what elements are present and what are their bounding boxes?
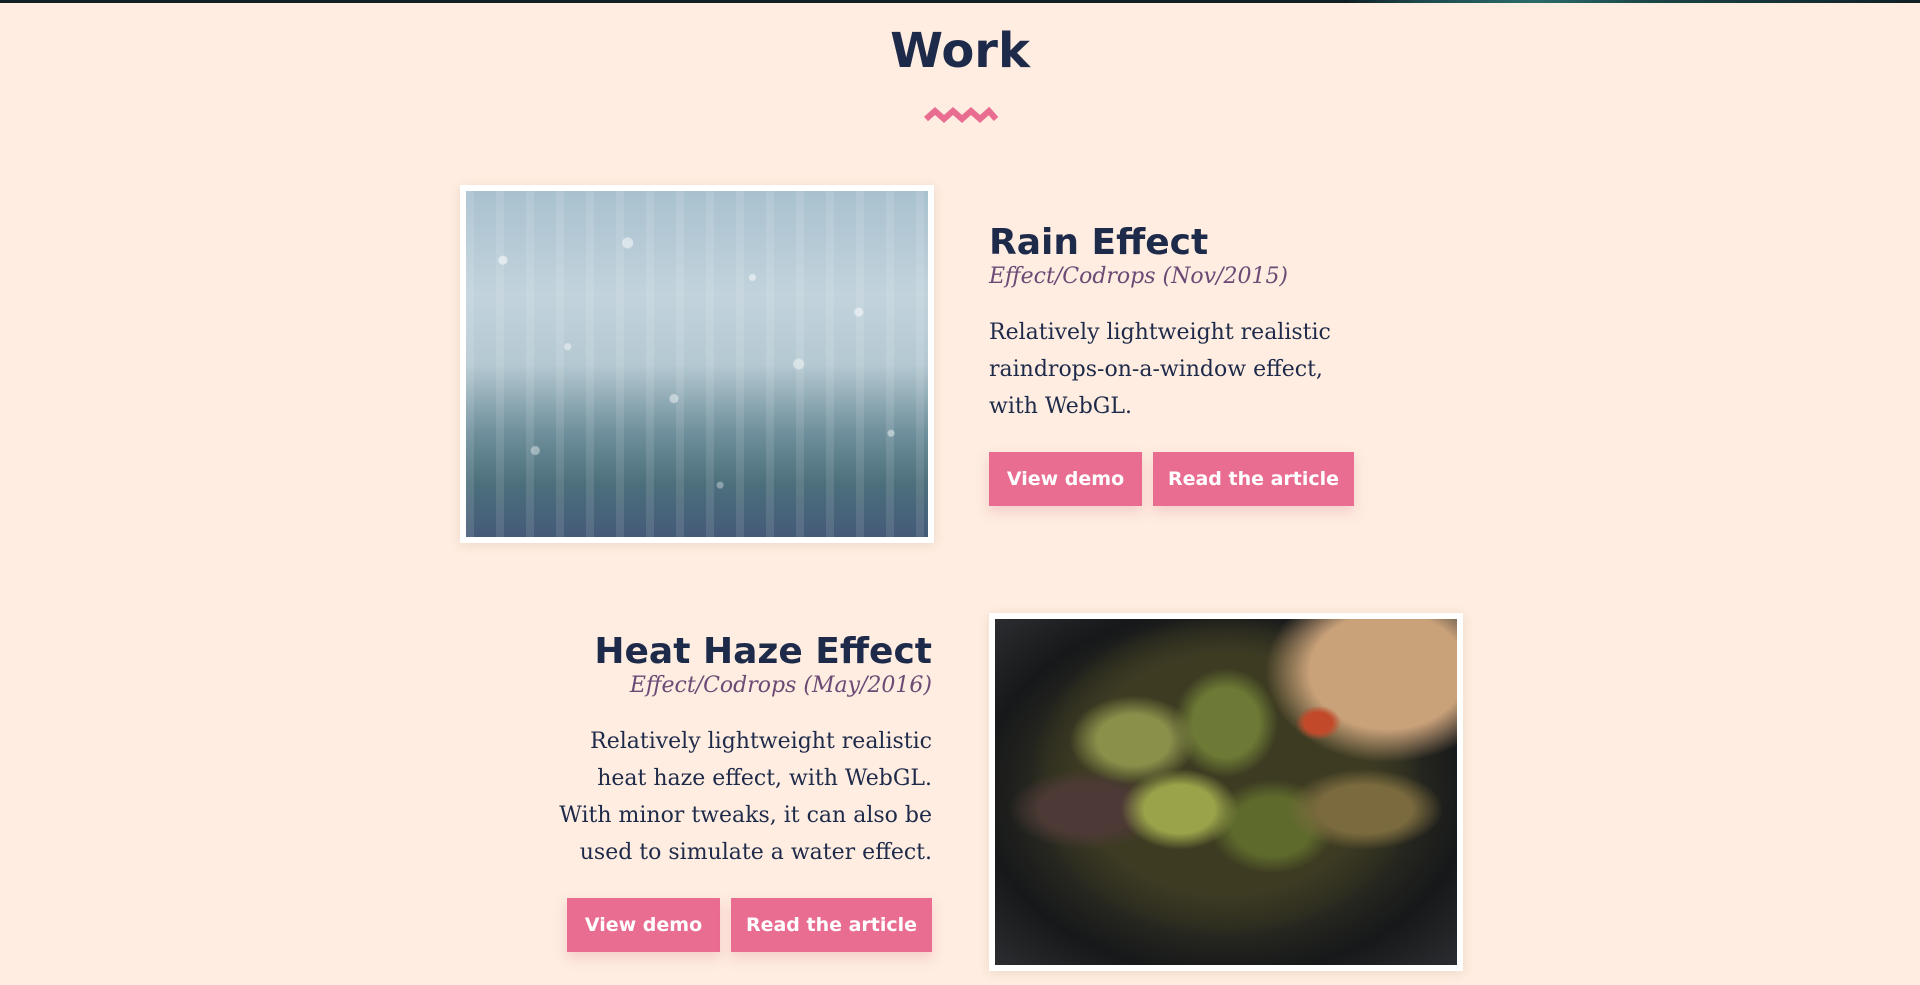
- heat-haze-effect-meta: Effect/Codrops (May/2016): [629, 673, 932, 698]
- heat-haze-view-demo-button[interactable]: View demo: [567, 898, 720, 952]
- rain-effect-title: Rain Effect: [989, 222, 1209, 263]
- heat-haze-image-frame[interactable]: [989, 613, 1463, 971]
- zigzag-divider-icon: [924, 106, 998, 124]
- rain-effect-read-article-button[interactable]: Read the article: [1153, 452, 1354, 506]
- rain-window-photo: [466, 191, 928, 537]
- heat-haze-effect-description: Relatively lightweight realistic heat ha…: [559, 729, 932, 865]
- heat-haze-effect-title: Heat Haze Effect: [594, 631, 932, 672]
- rain-effect-view-demo-button[interactable]: View demo: [989, 452, 1142, 506]
- section-title: Work: [890, 23, 1030, 79]
- rain-effect-description: Relatively lightweight realistic raindro…: [989, 320, 1331, 419]
- rain-effect-image-frame[interactable]: [460, 185, 934, 543]
- top-border: [0, 0, 1920, 3]
- artichoke-pan-photo: [995, 619, 1457, 965]
- rain-effect-meta: Effect/Codrops (Nov/2015): [989, 264, 1289, 289]
- heat-haze-read-article-button[interactable]: Read the article: [731, 898, 932, 952]
